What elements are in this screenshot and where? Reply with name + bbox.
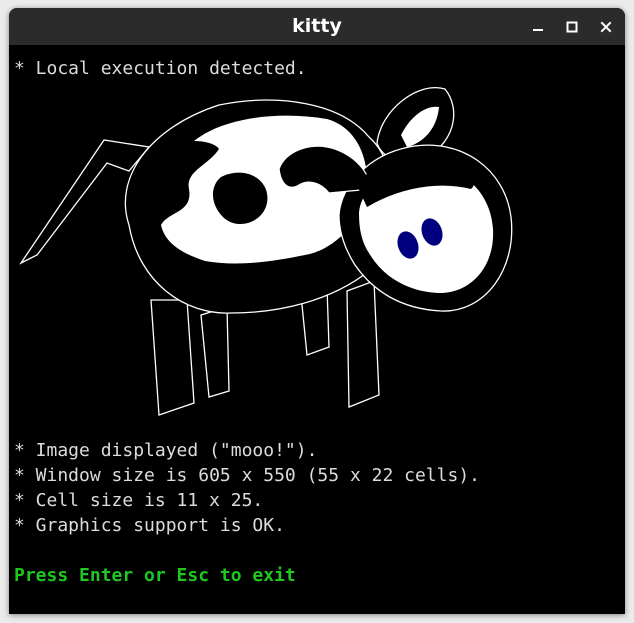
terminal-line-image-displayed: * Image displayed ("mooo!"). [14, 440, 318, 461]
cow-image [19, 87, 513, 416]
terminal-area[interactable]: * Local execution detected. * Image disp… [9, 45, 625, 614]
minimize-icon [533, 29, 543, 31]
title-bar[interactable]: kitty [9, 8, 625, 45]
maximize-button[interactable] [562, 17, 582, 37]
terminal-line-local-execution: * Local execution detected. [14, 58, 307, 79]
terminal-line-window-size: * Window size is 605 x 550 (55 x 22 cell… [14, 465, 480, 486]
maximize-icon [566, 21, 578, 33]
close-icon [600, 21, 612, 33]
minimize-button[interactable] [528, 17, 548, 37]
kitty-window: kitty * Local execution detected. * Imag… [9, 8, 625, 614]
terminal-line-cell-size: * Cell size is 11 x 25. [14, 490, 264, 511]
exit-prompt: Press Enter or Esc to exit [14, 565, 296, 586]
terminal-line-graphics-support: * Graphics support is OK. [14, 515, 285, 536]
close-button[interactable] [596, 17, 616, 37]
